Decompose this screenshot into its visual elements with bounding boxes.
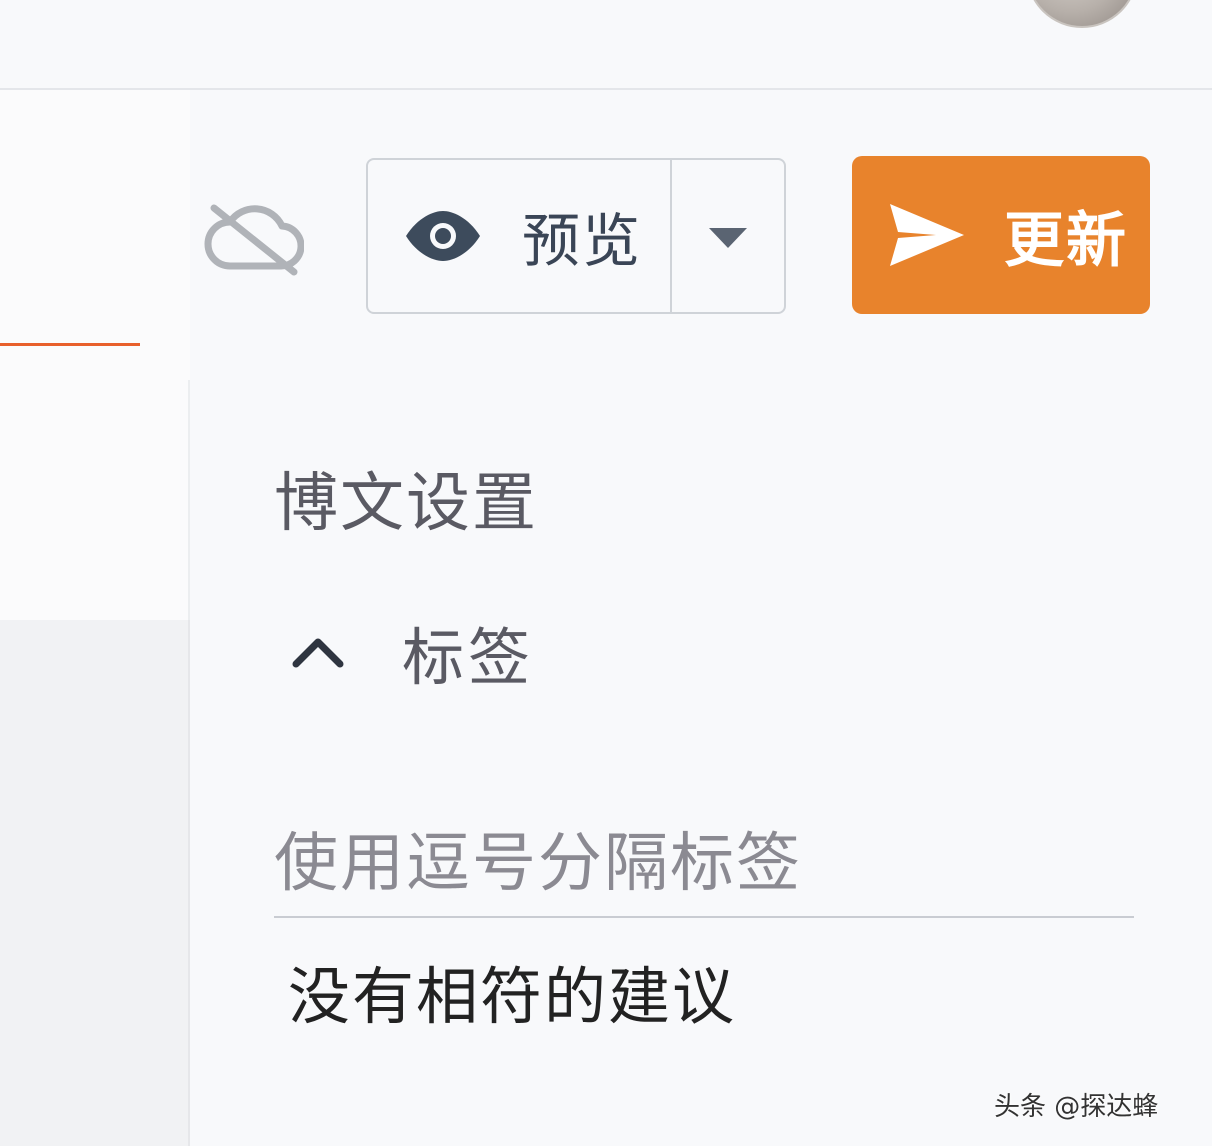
tag-input[interactable] (274, 812, 1134, 918)
no-suggestions-text: 没有相符的建议 (288, 960, 737, 1033)
send-icon (890, 204, 964, 266)
tags-label: 标签 (402, 621, 535, 694)
left-panel-bottom (0, 620, 190, 1146)
panel-divider (188, 380, 190, 620)
preview-button[interactable]: 预览 (368, 160, 670, 312)
left-panel-top (0, 90, 190, 620)
post-settings-title: 博文设置 (274, 467, 538, 541)
active-tab-indicator (0, 343, 140, 346)
preview-label: 预览 (522, 207, 643, 275)
tags-section-toggle[interactable]: 标签 (292, 612, 534, 694)
update-button[interactable]: 更新 (852, 156, 1150, 314)
caret-down-icon (709, 228, 747, 248)
preview-button-group: 预览 (366, 158, 786, 314)
preview-dropdown-button[interactable] (672, 160, 784, 312)
chevron-up-icon (292, 638, 344, 668)
user-avatar[interactable] (1026, 0, 1138, 28)
update-label: 更新 (1004, 205, 1128, 276)
cloud-off-icon[interactable] (200, 200, 304, 278)
top-bar (0, 0, 1212, 90)
watermark: 头条 @探达蜂 (994, 1092, 1159, 1122)
eye-icon (406, 211, 480, 261)
